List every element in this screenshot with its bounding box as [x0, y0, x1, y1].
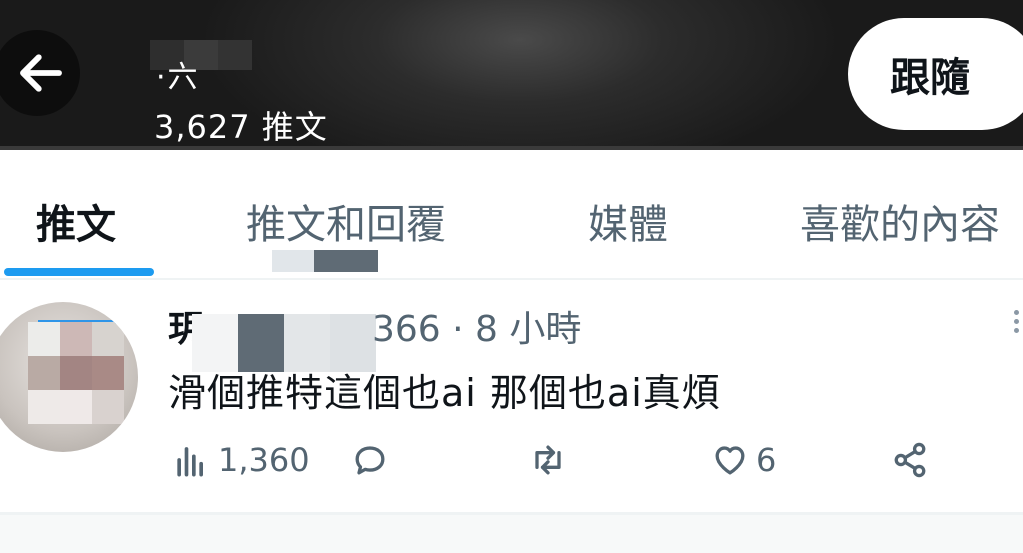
tab-censor-mosaic — [272, 250, 378, 272]
avatar[interactable] — [0, 302, 138, 452]
tab-likes[interactable]: 喜歡的內容 — [800, 192, 1000, 250]
tab-posts[interactable]: 推文 — [36, 192, 116, 250]
share-action[interactable] — [888, 438, 932, 482]
reply-action[interactable] — [348, 438, 392, 482]
retweet-action[interactable] — [526, 438, 570, 482]
profile-name-area: ·六 — [150, 40, 252, 95]
like-action[interactable]: 6 — [708, 438, 776, 482]
share-icon — [894, 442, 926, 478]
more-vertical-icon[interactable] — [1006, 306, 1023, 342]
avatar-censor-mosaic — [28, 322, 124, 424]
tab-media[interactable]: 媒體 — [588, 192, 668, 250]
tweet-actions: 1,360 6 — [168, 438, 968, 488]
profile-tabs: 推文 推文和回覆 媒體 喜歡的內容 — [0, 150, 1023, 280]
views-count: 1,360 — [218, 441, 310, 479]
speech-bubble-icon — [355, 446, 385, 475]
views-action[interactable]: 1,360 — [170, 438, 310, 482]
bar-chart-icon — [177, 447, 203, 477]
follow-button[interactable]: 跟隨 — [848, 18, 1023, 130]
profile-header: ·六 3,627 推文 跟隨 — [0, 0, 1023, 150]
tweet-text: 滑個推特這個也ai 那個也ai真煩 — [168, 371, 721, 415]
next-tweet-strip — [0, 515, 1023, 553]
arrow-left-icon — [20, 54, 62, 92]
tweet-count: 3,627 推文 — [154, 108, 328, 146]
retweet-icon — [535, 445, 561, 475]
tweet-handle-time: 366 · 8 小時 — [372, 309, 582, 350]
tweet[interactable]: 玥 366 · 8 小時 滑個推特這個也ai 那個也ai真煩 1,360 6 — [0, 280, 1023, 512]
tab-posts-and-replies[interactable]: 推文和回覆 — [246, 192, 446, 250]
back-button[interactable] — [0, 30, 80, 116]
heart-icon — [715, 446, 745, 475]
likes-count: 6 — [756, 441, 777, 479]
profile-name: ·六 — [156, 60, 200, 95]
active-tab-indicator — [4, 268, 154, 276]
